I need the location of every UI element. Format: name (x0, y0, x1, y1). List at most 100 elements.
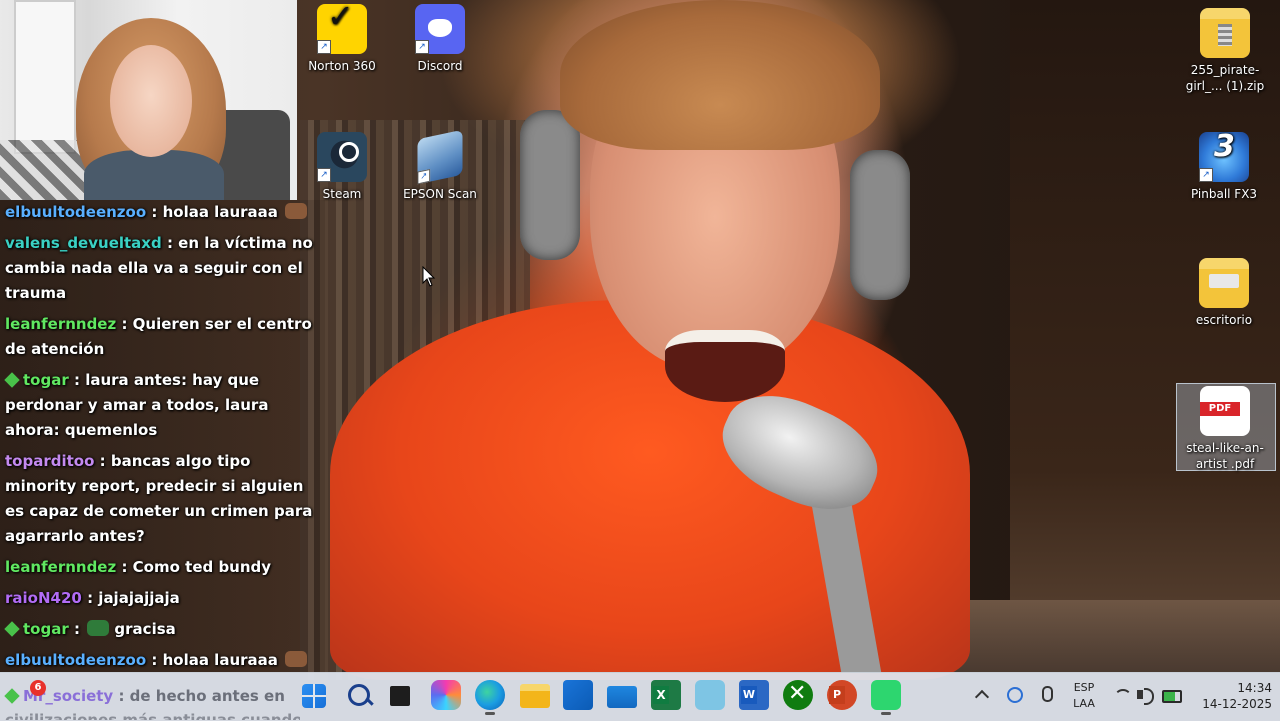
stream-chat: elbuultodeenzoo : holaa lauraaa valens_d… (0, 200, 325, 672)
chat-text: gracisa (114, 620, 176, 638)
chat-username[interactable]: elbuultodeenzoo (5, 203, 146, 221)
volume-icon[interactable] (1136, 686, 1154, 705)
chat-message: raioN420 : jajajajjaja (5, 589, 180, 607)
scanner-icon: ↗ (417, 129, 463, 185)
chat-text: holaa lauraaa (162, 651, 278, 669)
zip-folder-icon (1200, 8, 1250, 58)
steam-icon: ↗ (317, 132, 367, 182)
host-open-mouth (665, 330, 785, 402)
task-view-icon[interactable] (390, 686, 410, 706)
chat-text: jajajajjaja (98, 589, 180, 607)
word-icon[interactable] (739, 680, 769, 710)
desktop-icon-label: EPSON Scan (403, 187, 477, 201)
chat-username[interactable]: togar (23, 620, 69, 638)
pinball-icon: ↗ (1199, 132, 1249, 182)
desktop-icon-pinball-fx3[interactable]: ↗ Pinball FX3 (1181, 132, 1267, 202)
webcam-streamer-face (110, 45, 192, 157)
chat-username[interactable]: valens_devueltaxd (5, 234, 162, 252)
desktop-icon-zip[interactable]: 255_pirate-girl_... (1).zip (1178, 8, 1272, 94)
search-icon[interactable] (344, 680, 374, 710)
microsoft-store-icon[interactable] (563, 680, 593, 710)
notification-badge: 6 (30, 680, 46, 696)
desktop-icon-epson-scan[interactable]: ↗ EPSON Scan (397, 129, 483, 202)
chat-message: leanfernndez : Quieren ser el centro de … (5, 315, 312, 358)
microphone-icon[interactable] (1037, 686, 1055, 704)
excel-icon[interactable] (651, 680, 681, 710)
desktop-icon-label: Steam (322, 187, 362, 201)
taskbar-clock[interactable]: 14:34 14-12-2025 (1192, 680, 1272, 712)
host-orange-shirt (330, 300, 970, 680)
chat-text: holaa lauraaa (162, 203, 278, 221)
diamond-badge-icon (4, 372, 20, 388)
powerpoint-icon[interactable] (827, 680, 857, 710)
chat-message: leanfernndez : Como ted bundy (5, 558, 272, 576)
desktop-icon-label: Norton 360 (308, 59, 376, 73)
desktop-icon-escritorio[interactable]: escritorio (1181, 258, 1267, 328)
shortcut-arrow-icon: ↗ (317, 168, 331, 182)
desktop-icon-pdf[interactable]: steal-like-an-artist .pdf (1177, 386, 1273, 472)
mail-icon[interactable] (607, 686, 637, 708)
green-emote-icon (87, 620, 110, 636)
desktop-icon-discord[interactable]: ↗ Discord (397, 4, 483, 74)
chat-text: Como ted bundy (132, 558, 272, 576)
language-code: ESP (1073, 681, 1095, 694)
show-hidden-icons-chevron-icon[interactable] (973, 686, 991, 704)
clock-date: 14-12-2025 (1202, 697, 1272, 711)
chat-message: elbuultodeenzoo : holaa lauraaa (0, 648, 325, 672)
desktop-icon-label: Pinball FX3 (1190, 187, 1258, 201)
chat-text: de hecho antes en (129, 687, 285, 705)
shortcut-arrow-icon: ↗ (317, 40, 331, 54)
chat-username[interactable]: togar (23, 371, 69, 389)
chat-username[interactable]: toparditoo (5, 452, 94, 470)
desktop-icon-norton[interactable]: ↗ Norton 360 (299, 4, 385, 74)
battery-icon[interactable] (1162, 686, 1182, 704)
camera-app-icon[interactable] (695, 680, 725, 710)
chat-text-continued: civilizaciones más antiguas cuando se (5, 711, 300, 720)
shortcut-arrow-icon: ↗ (415, 40, 429, 54)
sync-icon[interactable] (1006, 686, 1024, 704)
host-hair (560, 0, 880, 150)
studio-table (950, 600, 1280, 672)
shortcut-arrow-icon: ↗ (1199, 168, 1213, 182)
diamond-badge-icon (4, 621, 20, 637)
headphone-right (850, 150, 910, 300)
desktop-icon-label: Discord (417, 59, 463, 73)
file-explorer-icon[interactable] (520, 684, 550, 708)
cookie-emote-icon (285, 203, 308, 219)
chat-message: elbuultodeenzoo : holaa lauraaa (0, 200, 325, 225)
keyboard-layout: LAA (1073, 697, 1095, 710)
clock-time: 14:34 (1237, 681, 1272, 695)
chat-message: togar : gracisa (0, 617, 325, 642)
discord-icon: ↗ (415, 4, 465, 54)
desktop-icon-label: 255_pirate-girl_... (1).zip (1185, 63, 1265, 93)
shortcut-arrow-icon: ↗ (417, 169, 431, 185)
webcam-door (14, 0, 76, 154)
robot-app-icon[interactable] (871, 680, 901, 715)
streamer-webcam (0, 0, 297, 200)
norton-check-icon: ↗ (317, 4, 367, 54)
webcam-streamer-body (84, 150, 224, 200)
edge-icon[interactable] (475, 680, 505, 715)
pdf-icon (1200, 386, 1250, 436)
folder-icon (1199, 258, 1249, 308)
chat-overflow-message: Mr_society : de hecho antes en civilizac… (0, 672, 300, 720)
chat-username[interactable]: leanfernndez (5, 315, 116, 333)
chat-message: togar : laura antes: hay que perdonar y … (4, 371, 269, 439)
xbox-icon[interactable] (783, 680, 813, 710)
desktop-icon-label: steal-like-an-artist .pdf (1186, 441, 1264, 471)
chat-username[interactable]: leanfernndez (5, 558, 116, 576)
language-indicator[interactable]: ESP LAA (1066, 680, 1102, 712)
wifi-icon[interactable] (1113, 686, 1132, 704)
chat-username[interactable]: elbuultodeenzoo (5, 651, 146, 669)
chat-username[interactable]: raioN420 (5, 589, 82, 607)
chat-message: toparditoo : bancas algo tipo minority r… (5, 452, 313, 545)
chat-message: valens_devueltaxd : en la víctima no cam… (5, 234, 313, 302)
diamond-badge-icon (4, 688, 20, 704)
desktop-icon-label: escritorio (1195, 313, 1253, 327)
windows-start-icon[interactable] (302, 684, 326, 708)
copilot-icon[interactable] (431, 680, 461, 710)
cookie-emote-icon (285, 651, 308, 667)
desktop-icon-steam[interactable]: ↗ Steam (299, 132, 385, 202)
dark-background-right (1010, 0, 1280, 672)
headphone-left (520, 110, 580, 260)
